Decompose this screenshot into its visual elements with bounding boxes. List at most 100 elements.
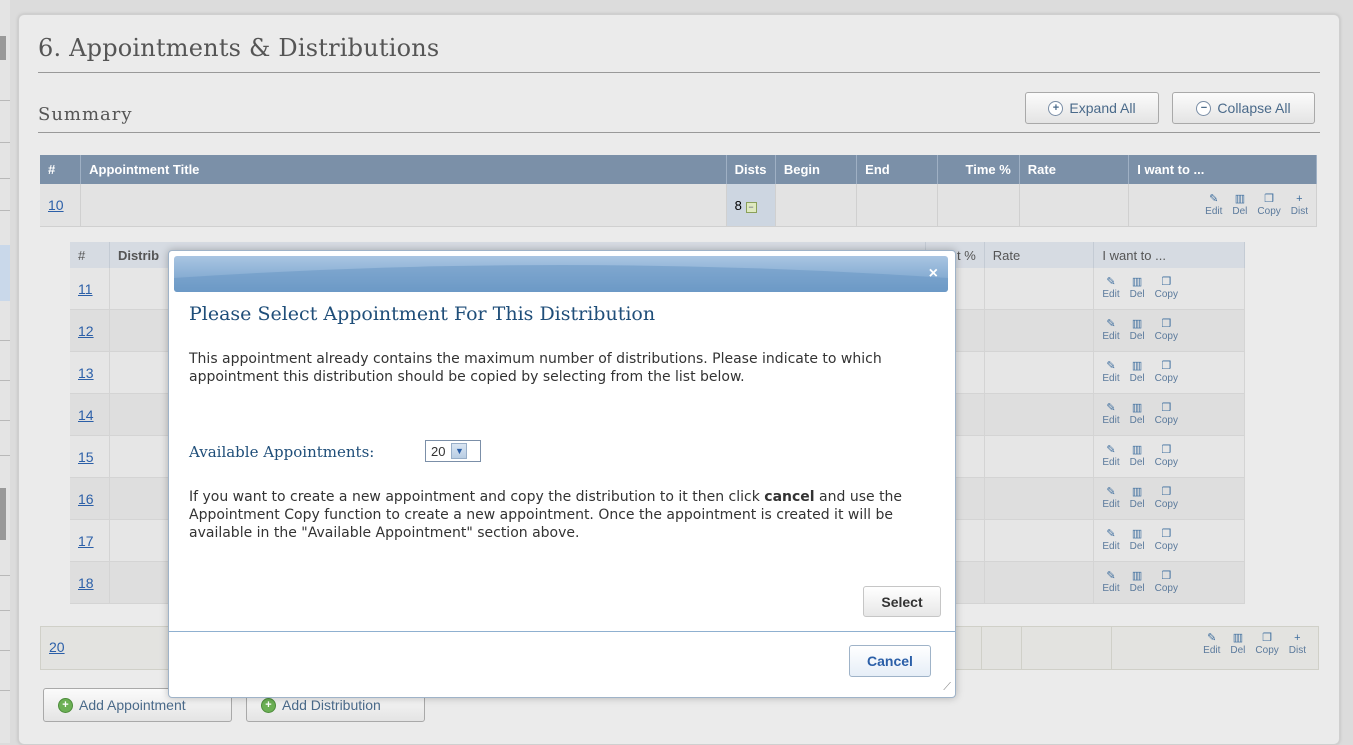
col-header: Time % [937, 155, 1020, 184]
copy-icon: ❐ [1161, 402, 1172, 414]
edit-label: Edit [1102, 331, 1120, 342]
edit-action[interactable]: ✎ Edit [1205, 193, 1223, 217]
cell-divider [981, 627, 982, 669]
del-label: Del [1230, 645, 1246, 656]
title-cell [80, 184, 727, 227]
distribution-link[interactable]: 12 [78, 323, 94, 339]
copy-action[interactable]: ❐ Copy [1154, 571, 1178, 595]
edit-action[interactable]: ✎ Edit [1102, 486, 1119, 511]
summary-heading: Summary [38, 104, 133, 125]
trash-icon: ▥ [1131, 360, 1143, 372]
appointments-table: # Appointment Title Dists Begin End Time… [40, 155, 1317, 227]
delete-action[interactable]: ▥ Del [1129, 487, 1145, 511]
collapse-all-button[interactable]: − Collapse All [1172, 92, 1315, 124]
edit-action[interactable]: ✎ Edit [1102, 319, 1120, 343]
add-dist-action[interactable]: + Dist [1291, 193, 1308, 217]
expand-all-button[interactable]: + Expand All [1025, 92, 1159, 124]
collapse-toggle-icon[interactable]: − [745, 201, 757, 213]
row-id-cell: 10 [40, 184, 82, 227]
distribution-link[interactable]: 11 [78, 281, 93, 297]
delete-action[interactable]: ▥ Del [1129, 276, 1145, 301]
selected-value: 20 [431, 443, 446, 459]
col-header: End [856, 155, 939, 184]
distribution-link[interactable]: 18 [78, 575, 94, 591]
trash-icon: ▥ [1131, 276, 1143, 288]
distribution-link[interactable]: 17 [78, 533, 94, 549]
copy-icon: ❐ [1264, 192, 1275, 205]
strip-divider [0, 610, 10, 611]
pencil-icon: ✎ [1106, 486, 1116, 498]
copy-action[interactable]: ❐ Copy [1257, 192, 1280, 217]
edit-action[interactable]: ✎ Edit [1102, 571, 1119, 595]
strip-divider [0, 142, 10, 143]
trash-icon: ▥ [1232, 632, 1244, 644]
copy-label: Copy [1154, 583, 1178, 594]
edit-action[interactable]: ✎ Edit [1102, 276, 1119, 301]
del-label: Del [1129, 499, 1145, 510]
del-label: Del [1129, 583, 1145, 594]
rate-cell [984, 519, 1095, 562]
cancel-button[interactable]: Cancel [849, 645, 931, 677]
col-header: Begin [775, 155, 858, 184]
rate-cell [984, 351, 1095, 394]
add-circle-icon: + [58, 697, 73, 713]
delete-action[interactable]: ▥ Del [1129, 319, 1145, 343]
delete-action[interactable]: ▥ Del [1232, 192, 1247, 217]
appointment-link[interactable]: 10 [48, 197, 64, 213]
pencil-icon: ✎ [1106, 276, 1116, 288]
edit-action[interactable]: ✎ Edit [1102, 402, 1119, 427]
copy-action[interactable]: ❐ Copy [1155, 277, 1178, 301]
time-cell [937, 184, 1020, 227]
resize-handle-icon[interactable]: ⟋ [943, 681, 951, 694]
edit-label: Edit [1205, 205, 1223, 217]
dialog-divider [169, 631, 955, 632]
copy-label: Copy [1154, 331, 1178, 342]
actions-cell: ✎ Edit ▥ Del ❐ Copy [1093, 393, 1245, 436]
delete-action[interactable]: ▥ Del [1129, 571, 1145, 595]
dists-cell: 8 − [726, 184, 776, 227]
edit-action[interactable]: ✎ Edit [1203, 633, 1220, 657]
del-label: Del [1129, 289, 1145, 300]
close-icon[interactable]: × [929, 265, 938, 283]
pencil-icon: ✎ [1106, 402, 1116, 414]
edit-action[interactable]: ✎ Edit [1102, 529, 1119, 553]
distribution-link[interactable]: 13 [78, 365, 94, 381]
cell-divider [1021, 627, 1022, 669]
delete-action[interactable]: ▥ Del [1130, 403, 1145, 427]
dialog-instructions: If you want to create a new appointment … [189, 488, 939, 542]
appointment-link[interactable]: 20 [49, 639, 65, 655]
copy-label: Copy [1255, 645, 1279, 656]
copy-action[interactable]: ❐ Copy [1155, 445, 1178, 469]
row-id-cell: 15 [70, 435, 110, 478]
copy-action[interactable]: ❐ Copy [1154, 361, 1178, 385]
trash-icon: ▥ [1234, 192, 1246, 205]
select-button[interactable]: Select [863, 586, 941, 617]
distribution-link[interactable]: 15 [78, 449, 94, 465]
instructions-text: If you want to create a new appointment … [189, 489, 760, 505]
add-dist-action[interactable]: + Dist [1288, 633, 1306, 657]
edit-action[interactable]: ✎ Edit [1102, 361, 1119, 385]
copy-action[interactable]: ❐ Copy [1155, 487, 1178, 511]
dist-label: Dist [1288, 645, 1306, 656]
distribution-link[interactable]: 14 [78, 407, 94, 423]
copy-label: Copy [1154, 373, 1178, 384]
delete-action[interactable]: ▥ Del [1130, 529, 1145, 553]
delete-action[interactable]: ▥ Del [1230, 632, 1246, 657]
del-label: Del [1129, 331, 1145, 342]
copy-action[interactable]: ❐ Copy [1155, 529, 1178, 553]
delete-action[interactable]: ▥ Del [1130, 445, 1145, 469]
copy-action[interactable]: ❐ Copy [1255, 633, 1279, 657]
rate-cell [984, 268, 1095, 310]
available-appointments-select[interactable]: 20 ▼ [425, 440, 481, 462]
copy-action[interactable]: ❐ Copy [1154, 319, 1178, 343]
table-header-row: # Appointment Title Dists Begin End Time… [40, 155, 1317, 184]
dialog-message: This appointment already contains the ma… [189, 351, 882, 385]
col-header: Appointment Title [80, 155, 727, 184]
row-id-cell: 14 [70, 393, 110, 436]
actions-cell: ✎ Edit ▥ Del ❐ Copy [1093, 561, 1245, 604]
delete-action[interactable]: ▥ Del [1130, 360, 1145, 385]
copy-action[interactable]: ❐ Copy [1155, 402, 1178, 427]
strip-divider [0, 575, 10, 576]
edit-action[interactable]: ✎ Edit [1102, 445, 1119, 469]
distribution-link[interactable]: 16 [78, 491, 94, 507]
